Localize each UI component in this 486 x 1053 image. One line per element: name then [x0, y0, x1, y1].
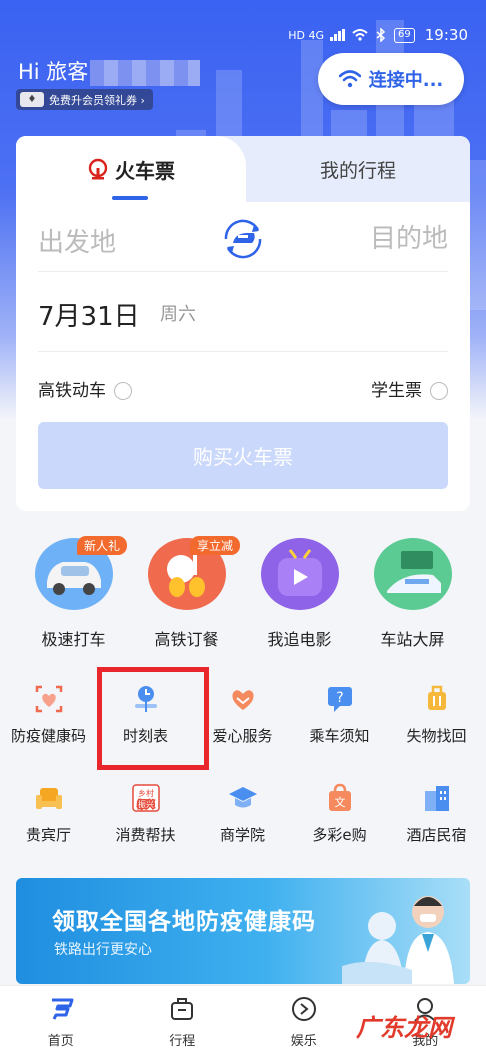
buy-ticket-button[interactable]: 购买火车票 — [38, 422, 448, 489]
svg-text:文: 文 — [334, 795, 345, 809]
bluetooth-icon — [376, 28, 386, 42]
service-movies-label: 我追电影 — [267, 630, 332, 649]
svg-text:乡村: 乡村 — [138, 788, 154, 798]
date-selector[interactable]: 7月31日 周六 — [38, 276, 448, 352]
service-vip-lounge-label: 贵宾厅 — [25, 826, 71, 844]
service-business-school-label: 商学院 — [219, 826, 265, 844]
service-taxi[interactable]: 极速打车 新人礼 — [17, 536, 130, 650]
service-riding-notice[interactable]: ? 乘车须知 — [291, 683, 388, 746]
banner-subtitle: 铁路出行更安心 — [54, 942, 152, 958]
clock: 19:30 — [424, 26, 468, 44]
route-selector: 出发地 目的地 — [38, 216, 448, 272]
service-riding-notice-label: 乘车须知 — [309, 727, 370, 745]
highspeed-radio[interactable] — [114, 382, 132, 400]
service-lost-found[interactable]: 失物找回 — [388, 683, 485, 746]
tab-train-ticket[interactable]: 火车票 — [16, 136, 246, 202]
service-health-code[interactable]: 防疫健康码 — [0, 683, 97, 746]
discount-badge: 享立减 — [190, 536, 241, 555]
handshake-heart-icon — [227, 683, 259, 715]
vip-upgrade-label: 免费升会员领礼券 › — [49, 93, 145, 107]
service-meal-order[interactable]: 高铁订餐 享立减 — [130, 536, 243, 650]
service-vip-lounge[interactable]: 贵宾厅 — [0, 782, 97, 845]
signal-indicator: HD 4G — [288, 28, 325, 42]
ticket-tabs: 火车票 我的行程 — [16, 136, 470, 202]
wifi-status-icon — [352, 29, 368, 41]
featured-services: 极速打车 新人礼 高铁订餐 享立减 我追电影 车站大屏 — [0, 536, 486, 650]
wifi-connect-label: 连接中... — [368, 70, 444, 91]
service-eshop-label: 多彩e购 — [312, 826, 367, 844]
railway-logo-icon — [88, 158, 108, 180]
battery-indicator: 69 — [394, 27, 415, 43]
blurred-username — [90, 60, 201, 86]
nav-trips[interactable]: 行程 — [122, 986, 244, 1053]
services-row-2: 贵宾厅 乡村 振兴 消费帮扶 商学院 文 多彩e购 酒店民宿 — [0, 782, 486, 845]
service-movies[interactable]: 我追电影 — [243, 538, 356, 650]
rural-revitalization-icon: 乡村 振兴 — [130, 782, 162, 814]
health-code-icon — [33, 683, 65, 715]
service-meal-order-label: 高铁订餐 — [154, 630, 219, 649]
service-station-screen[interactable]: 车站大屏 — [356, 538, 469, 650]
tv-icon — [260, 538, 339, 610]
greeting: Hi 旅客 — [18, 56, 201, 86]
briefcase-icon — [167, 994, 197, 1024]
nav-home[interactable]: 首页 — [0, 986, 122, 1053]
nav-entertainment[interactable]: 娱乐 — [243, 986, 365, 1053]
play-circle-icon — [289, 994, 319, 1024]
tab-train-ticket-label: 火车票 — [115, 158, 175, 183]
service-consumer-aid-label: 消费帮扶 — [115, 826, 176, 844]
service-hotel[interactable]: 酒店民宿 — [388, 782, 485, 845]
luggage-icon — [421, 683, 453, 715]
service-business-school[interactable]: 商学院 — [194, 782, 291, 845]
swap-stations-icon[interactable] — [218, 214, 268, 264]
wifi-icon — [338, 70, 361, 88]
hotel-building-icon — [421, 782, 453, 814]
student-option[interactable]: 学生票 — [371, 376, 448, 401]
question-bubble-icon: ? — [324, 683, 356, 715]
departure-date: 7月31日 — [38, 302, 140, 332]
health-code-banner[interactable]: 领取全国各地防疫健康码 铁路出行更安心 — [16, 878, 470, 984]
service-taxi-label: 极速打车 — [41, 630, 106, 649]
graduation-cap-icon — [227, 782, 259, 814]
home-icon — [46, 994, 76, 1024]
nav-home-label: 首页 — [47, 1034, 74, 1049]
highspeed-option[interactable]: 高铁动车 — [38, 376, 132, 401]
greeting-text: Hi 旅客 — [18, 60, 89, 84]
service-hotel-label: 酒店民宿 — [406, 826, 467, 844]
destination-field[interactable]: 目的地 — [370, 218, 448, 255]
departure-weekday: 周六 — [160, 304, 196, 325]
service-eshop[interactable]: 文 多彩e购 — [291, 782, 388, 845]
svg-text:振兴: 振兴 — [138, 799, 154, 809]
medical-staff-illustration — [342, 896, 454, 984]
station-screen-icon — [373, 538, 452, 610]
services-row-1: 防疫健康码 时刻表 爱心服务 ? 乘车须知 失物找回 — [0, 683, 486, 746]
svg-text:?: ? — [336, 690, 343, 706]
service-station-screen-label: 车站大屏 — [380, 630, 445, 649]
new-user-gift-badge: 新人礼 — [77, 536, 128, 555]
shopping-bag-icon: 文 — [324, 782, 356, 814]
student-radio[interactable] — [430, 382, 448, 400]
student-option-label: 学生票 — [371, 381, 422, 401]
vip-badge-icon: ♦ — [20, 92, 44, 107]
ticket-search-card: 火车票 我的行程 出发地 目的地 7月31日 周六 高铁动车 学生票 购买火车票 — [16, 136, 470, 511]
timetable-highlight-box — [97, 667, 209, 770]
site-watermark: 广东龙网 — [356, 1014, 452, 1042]
vip-upgrade-link[interactable]: ♦ 免费升会员领礼券 › — [16, 89, 153, 110]
highspeed-option-label: 高铁动车 — [38, 381, 106, 401]
service-health-code-label: 防疫健康码 — [10, 727, 86, 745]
service-lost-found-label: 失物找回 — [406, 727, 467, 745]
ticket-options: 高铁动车 学生票 — [38, 376, 448, 406]
banner-title: 领取全国各地防疫健康码 — [52, 909, 316, 935]
nav-trips-label: 行程 — [169, 1034, 196, 1049]
active-tab-indicator — [112, 196, 148, 200]
sofa-icon — [33, 782, 65, 814]
tab-my-trips-label: 我的行程 — [319, 159, 396, 182]
wifi-connect-button[interactable]: 连接中... — [318, 53, 464, 105]
departure-field[interactable]: 出发地 — [38, 222, 116, 259]
nav-entertainment-label: 娱乐 — [290, 1034, 317, 1049]
tab-my-trips[interactable]: 我的行程 — [246, 136, 470, 202]
signal-bars-icon — [330, 29, 346, 41]
service-consumer-aid[interactable]: 乡村 振兴 消费帮扶 — [97, 782, 194, 845]
